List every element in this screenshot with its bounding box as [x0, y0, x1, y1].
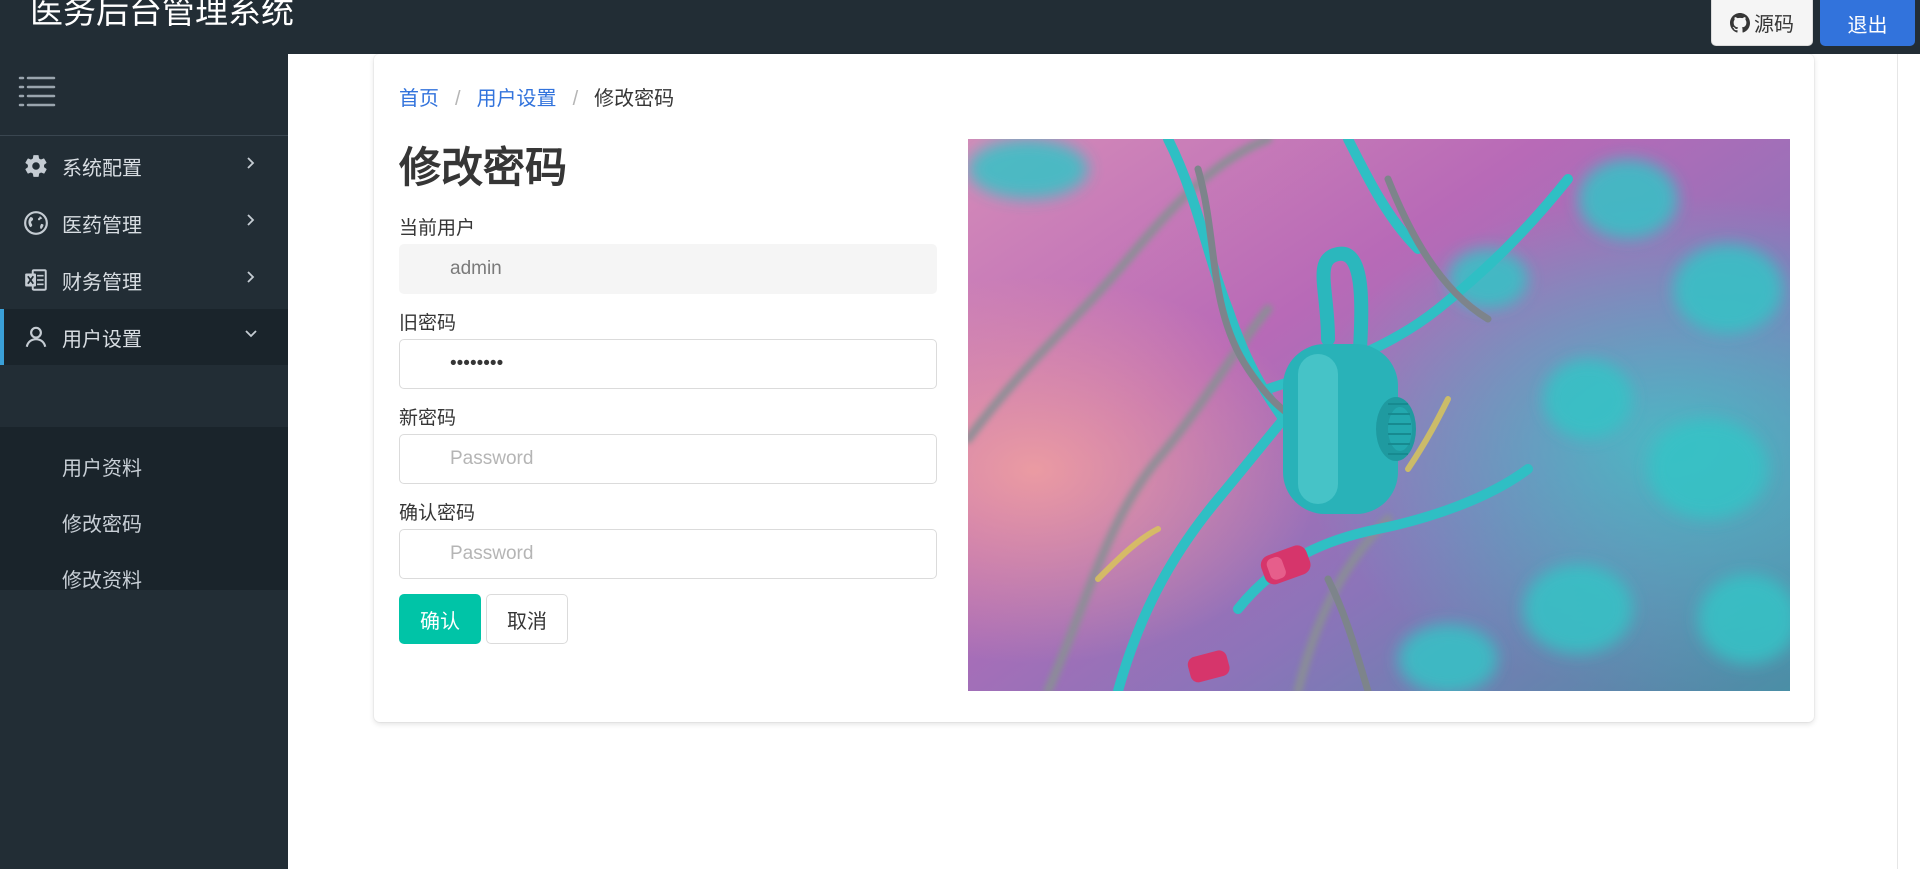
old-password-label: 旧密码: [399, 313, 457, 334]
globe-icon: [22, 209, 50, 237]
user-settings-submenu: 用户资料 修改密码 修改资料: [0, 427, 288, 592]
logout-button[interactable]: 退出: [1820, 0, 1915, 46]
confirm-password-label: 确认密码: [399, 503, 476, 524]
submenu-item-edit-profile[interactable]: 修改资料: [62, 561, 142, 601]
new-password-input[interactable]: [399, 434, 937, 484]
cancel-button[interactable]: 取消: [486, 594, 568, 644]
user-icon: [22, 323, 50, 351]
current-user-field: [399, 244, 937, 294]
sidebar-item-system-config[interactable]: 系统配置: [0, 138, 288, 194]
chevron-down-icon: [245, 330, 257, 338]
sidebar-item-label: 医药管理: [62, 214, 142, 237]
chevron-right-icon: [247, 157, 255, 169]
sidebar-item-finance-management[interactable]: 财务管理: [0, 252, 288, 308]
chevron-right-icon: [247, 214, 255, 226]
sidebar: 系统配置 医药管理 财务管理 用户设置 用户资料 修改密码 修改资料: [0, 54, 288, 869]
sidebar-item-label: 财务管理: [62, 271, 142, 294]
sidebar-item-medicine-management[interactable]: 医药管理: [0, 195, 288, 251]
submenu-item-user-profile[interactable]: 用户资料: [62, 449, 142, 489]
breadcrumb-home-link[interactable]: 首页: [399, 88, 439, 110]
chevron-right-icon: [247, 271, 255, 283]
breadcrumb-separator: /: [572, 88, 579, 110]
new-password-label: 新密码: [399, 408, 457, 429]
confirm-button[interactable]: 确认: [399, 594, 481, 644]
scrollbar-track[interactable]: [1897, 54, 1898, 869]
submenu-item-change-password[interactable]: 修改密码: [62, 505, 142, 545]
breadcrumb-current: 修改密码: [594, 88, 675, 110]
app-title: 医务后台管理系统: [30, 0, 294, 30]
menu-toggle-icon[interactable]: [18, 74, 58, 110]
page-title: 修改密码: [399, 144, 568, 191]
source-code-label: 源码: [1754, 14, 1794, 36]
padlock-photo: [968, 139, 1790, 691]
github-icon: [1730, 12, 1750, 33]
change-password-card: 首页 / 用户设置 / 修改密码 修改密码 当前用户 旧密码 新密码 确认密码 确认 取…: [374, 54, 1814, 722]
sidebar-divider: [0, 135, 288, 136]
excel-file-icon: [22, 266, 50, 294]
gear-icon: [22, 152, 50, 180]
breadcrumb-section-link[interactable]: 用户设置: [477, 88, 557, 110]
source-code-button[interactable]: 源码: [1711, 0, 1813, 46]
current-user-label: 当前用户: [399, 218, 476, 239]
sidebar-item-user-settings[interactable]: 用户设置: [0, 309, 288, 365]
confirm-password-input[interactable]: [399, 529, 937, 579]
top-navbar: 医务后台管理系统 源码 退出: [0, 0, 1920, 54]
breadcrumb: 首页 / 用户设置 / 修改密码: [399, 82, 674, 111]
old-password-input[interactable]: [399, 339, 937, 389]
sidebar-item-label: 用户设置: [62, 328, 142, 351]
breadcrumb-separator: /: [455, 88, 461, 110]
sidebar-item-label: 系统配置: [62, 157, 142, 180]
